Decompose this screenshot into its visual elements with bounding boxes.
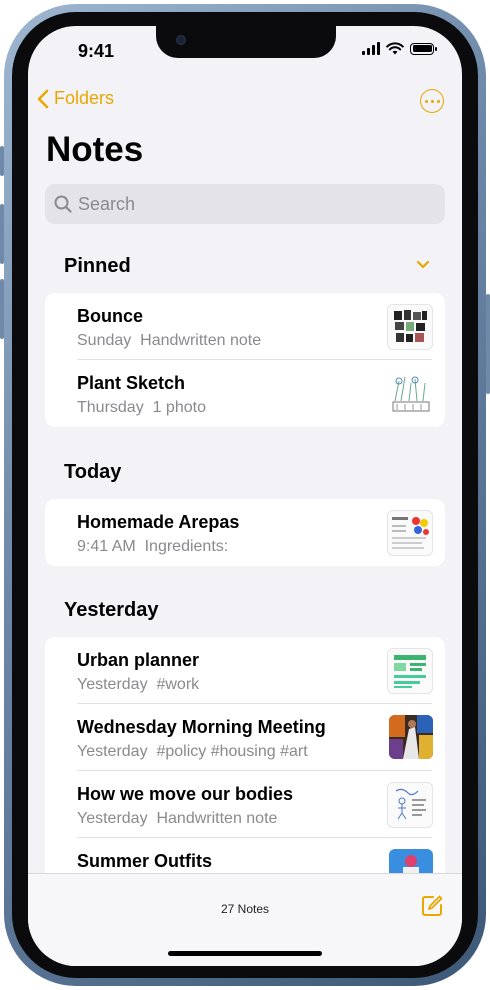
chevron-left-icon: [37, 89, 49, 108]
list-item[interactable]: How we move our bodies Yesterday Handwri…: [45, 771, 445, 838]
list-item[interactable]: Wednesday Morning Meeting Yesterday #pol…: [45, 704, 445, 771]
note-subtitle: Yesterday Handwritten note: [77, 810, 278, 827]
page-title: Notes: [46, 130, 144, 169]
yesterday-notes-list: Urban planner Yesterday #work Wednesday …: [45, 637, 445, 887]
note-title: How we move our bodies: [77, 784, 294, 804]
note-title: Plant Sketch: [77, 373, 186, 393]
note-subtitle: 9:41 AM Ingredients:: [77, 538, 229, 555]
note-subtitle: Thursday 1 photo: [77, 399, 206, 416]
camera-icon: [176, 35, 186, 45]
section-title-pinned: Pinned: [64, 255, 131, 277]
action-button: [0, 146, 4, 176]
pinned-notes-list: Bounce Sunday Handwritten note Plant Ske…: [45, 293, 445, 427]
back-button-label: Folders: [54, 88, 115, 108]
search-input[interactable]: Search: [45, 184, 445, 224]
note-subtitle: Sunday Handwritten note: [77, 332, 262, 349]
search-icon: [54, 195, 72, 213]
status-icons: [362, 42, 437, 55]
note-thumbnail-bounce: [387, 304, 433, 350]
note-title: Summer Outfits: [77, 851, 213, 871]
note-title: Homemade Arepas: [77, 512, 240, 532]
note-subtitle: Yesterday #work: [77, 676, 200, 693]
compose-icon[interactable]: [420, 894, 444, 918]
section-title-today: Today: [64, 461, 122, 483]
wifi-icon: [386, 42, 404, 55]
volume-up-button: [0, 204, 4, 264]
today-notes-list: Homemade Arepas 9:41 AM Ingredients:: [45, 499, 445, 566]
list-item[interactable]: Homemade Arepas 9:41 AM Ingredients:: [45, 499, 445, 566]
power-button: [486, 294, 490, 394]
chevron-down-icon[interactable]: [416, 260, 430, 270]
note-thumbnail-meeting: [389, 715, 433, 759]
notes-count: 27 Notes: [220, 902, 270, 916]
list-item[interactable]: Bounce Sunday Handwritten note: [45, 293, 445, 360]
note-subtitle: Yesterday #policy #housing #art: [77, 743, 308, 760]
search-placeholder: Search: [78, 193, 136, 214]
section-title-yesterday: Yesterday: [64, 599, 159, 621]
volume-down-button: [0, 279, 4, 339]
home-indicator[interactable]: [168, 951, 322, 956]
more-options-button[interactable]: [420, 89, 444, 113]
back-button[interactable]: Folders: [36, 88, 114, 109]
note-title: Wednesday Morning Meeting: [77, 717, 326, 737]
note-title: Urban planner: [77, 650, 200, 670]
note-thumbnail-plant-sketch: [389, 371, 433, 415]
cellular-signal-icon: [362, 42, 380, 55]
list-item[interactable]: Urban planner Yesterday #work: [45, 637, 445, 704]
bottom-toolbar: 27 Notes: [28, 873, 462, 966]
battery-icon: [410, 42, 437, 55]
list-item[interactable]: Plant Sketch Thursday 1 photo: [45, 360, 445, 427]
screen: 9:41 Folders Notes Search Pinned Bounce …: [28, 26, 462, 966]
note-title: Bounce: [77, 306, 144, 326]
note-thumbnail-urban-planner: [387, 648, 433, 694]
status-time: 9:41: [78, 41, 115, 61]
note-thumbnail-bodies: [387, 782, 433, 828]
note-thumbnail-arepas: [387, 510, 433, 556]
